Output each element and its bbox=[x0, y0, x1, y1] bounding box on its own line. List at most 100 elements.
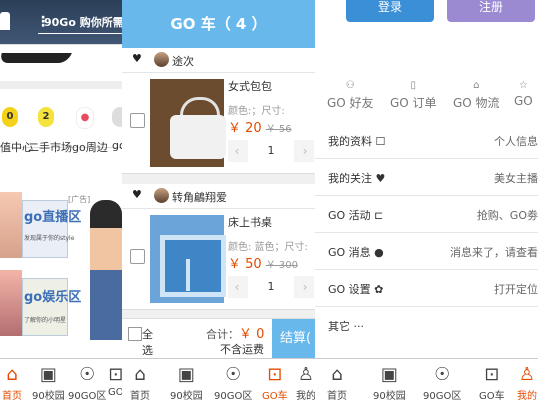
desk-image[interactable] bbox=[150, 215, 226, 303]
menu-row-follow[interactable]: 我的关注 ♥ 美女主播 bbox=[315, 159, 538, 196]
menu-row-other[interactable]: 其它 ··· bbox=[315, 307, 538, 343]
robot-icon: ☉ bbox=[434, 364, 451, 385]
tab-orders[interactable]: ▯ GO 订单 bbox=[390, 80, 437, 111]
category-label[interactable]: go bbox=[112, 139, 122, 152]
logistics-icon: ⌂ bbox=[473, 80, 480, 91]
auth-bar: 登录 注册 bbox=[315, 0, 538, 40]
tab-home[interactable]: ⌂ 首页 bbox=[327, 363, 347, 402]
item-checkbox[interactable] bbox=[130, 113, 145, 128]
cart-tabbar: ⌂ 首页 ▣ 90校园 ☉ 90GO区 ⊡ GO车 ♙ 我的 bbox=[122, 358, 315, 405]
tab-campus[interactable]: ▣ 90校园 bbox=[373, 363, 406, 402]
home-panel: ⋮ 90Go 购你所需 0 2 ● 值中心 二手市场 go周边 go [广告] … bbox=[0, 0, 122, 405]
star-icon: ☆ bbox=[518, 80, 528, 91]
item-title[interactable]: 女式包包 bbox=[228, 78, 272, 94]
ent-zone-title: go娱乐区 bbox=[24, 290, 82, 305]
shoe-image bbox=[0, 53, 72, 63]
shop-name[interactable]: 转角鶣翔爱 bbox=[172, 189, 227, 205]
item-price: ￥ 20 ￥ 56 bbox=[228, 121, 292, 136]
home-header: ⋮ 90Go 购你所需 bbox=[0, 0, 122, 45]
item-title[interactable]: 床上书桌 bbox=[228, 214, 272, 230]
handbag-image[interactable] bbox=[150, 79, 226, 167]
checkout-button[interactable]: 结算( 0 bbox=[272, 319, 315, 359]
tab-go-zone[interactable]: ☉ 90GO区 bbox=[214, 363, 252, 402]
select-all-label[interactable]: 全选 bbox=[142, 327, 154, 359]
menu-row-profile[interactable]: 我的资料 ☐ 个人信息 bbox=[315, 122, 538, 159]
banner-strip[interactable] bbox=[0, 45, 122, 81]
quantity-stepper: ‹ 1 › bbox=[228, 140, 314, 162]
shop-name[interactable]: 途次 bbox=[172, 53, 194, 69]
yellow-badge-icon[interactable]: 0 bbox=[2, 107, 18, 127]
category-icons: 0 2 ● 值中心 二手市场 go周边 go bbox=[0, 89, 122, 154]
streamer-image bbox=[0, 192, 22, 258]
register-button[interactable]: 注册 bbox=[447, 0, 535, 22]
login-button[interactable]: 登录 bbox=[346, 0, 434, 22]
bag-icon: ▣ bbox=[177, 364, 195, 385]
menu-row-message[interactable]: GO 消息 ● 消息来了，请查看 bbox=[315, 233, 538, 270]
profile-tabbar: ⌂ 首页 ▣ 90校园 ☉ 90GO区 ⊡ GO车 ♙ 我的 bbox=[315, 358, 538, 405]
home-tabbar: ⌂ 首页 ▣ 90校园 ☉ 90GO区 ⊡ GO bbox=[0, 358, 122, 405]
tab-campus[interactable]: ▣ 90校园 bbox=[32, 363, 65, 402]
shipping-note: 不含运费 bbox=[220, 343, 264, 356]
tab-cart[interactable]: ⊡ GO车 bbox=[262, 363, 288, 402]
minus-button[interactable]: ‹ bbox=[228, 276, 246, 298]
item-checkbox[interactable] bbox=[130, 249, 145, 264]
tab-go-zone[interactable]: ☉ 90GO区 bbox=[423, 363, 461, 402]
live-zone-subtitle: 发现属于你的style bbox=[24, 235, 75, 242]
tab-mine[interactable]: ♙ 我的 bbox=[296, 363, 315, 402]
heart-icon[interactable]: ♥ bbox=[132, 188, 142, 201]
menu-row-settings[interactable]: GO 设置 ✿ 打开定位 bbox=[315, 270, 538, 307]
category-label[interactable]: 二手市场 bbox=[28, 139, 72, 155]
robot-icon: ☉ bbox=[79, 364, 96, 385]
cart-footer: 全选 合计：￥ 0 不含运费 结算( 0 bbox=[122, 318, 315, 359]
quantity-field[interactable]: 1 bbox=[248, 276, 294, 298]
quantity-stepper: ‹ 1 › bbox=[228, 276, 314, 298]
tab-go-zone[interactable]: ☉ 90GO区 bbox=[68, 363, 106, 402]
total-amount: ￥ 0 bbox=[239, 327, 265, 342]
ad-tag: [广告] bbox=[68, 195, 91, 204]
quantity-field[interactable]: 1 bbox=[248, 140, 294, 162]
cart-icon: ⊡ bbox=[484, 364, 500, 385]
tab-friends[interactable]: ⚇ GO 好友 bbox=[327, 80, 374, 111]
friends-icon: ⚇ bbox=[345, 80, 355, 91]
plus-button[interactable]: › bbox=[296, 276, 314, 298]
search-underline bbox=[38, 33, 122, 34]
shop-row[interactable]: ♥ 转角鶣翔爱 bbox=[122, 184, 315, 209]
profile-tabs: ⚇ GO 好友 ▯ GO 订单 ⌂ GO 物流 ☆ GO bbox=[315, 40, 538, 123]
tab-home[interactable]: ⌂ 首页 bbox=[130, 363, 150, 402]
pin-icon[interactable]: ● bbox=[76, 107, 94, 129]
robot-icon: ☉ bbox=[225, 364, 242, 385]
tab-cart[interactable]: ⊡ GO车 bbox=[479, 363, 505, 402]
shop-row[interactable]: ♥ 途次 bbox=[122, 48, 315, 73]
cart-icon: ⊡ bbox=[267, 364, 283, 385]
ent-zone-subtitle: 了解你的小明星 bbox=[24, 317, 67, 324]
cart-item: 床上书桌 颜色: 蓝色；尺寸: ￥ 50 ￥ 300 ‹ 1 › bbox=[122, 209, 315, 310]
heart-icon[interactable]: ♥ bbox=[132, 52, 142, 65]
home-icon: ⌂ bbox=[6, 364, 18, 385]
tab-logistics[interactable]: ⌂ GO 物流 bbox=[453, 80, 500, 111]
green-badge-icon[interactable]: 2 bbox=[38, 107, 54, 127]
minus-button[interactable]: ‹ bbox=[228, 140, 246, 162]
tab-home[interactable]: ⌂ 首页 bbox=[2, 363, 22, 402]
home-icon: ⌂ bbox=[331, 364, 343, 385]
star-image bbox=[0, 270, 22, 336]
total-label: 合计：￥ 0 bbox=[206, 327, 265, 342]
tab-more[interactable]: ☆ GO bbox=[514, 80, 533, 108]
tab-cart[interactable]: ⊡ GO bbox=[108, 363, 122, 398]
ad-banner[interactable]: [广告] go直播区 发现属于你的style go娱乐区 了解你的小明星 bbox=[0, 170, 122, 350]
select-all-checkbox[interactable] bbox=[128, 327, 142, 341]
tab-campus[interactable]: ▣ 90校园 bbox=[170, 363, 203, 402]
partial-icon[interactable] bbox=[112, 107, 122, 127]
plus-button[interactable]: › bbox=[296, 140, 314, 162]
user-icon[interactable] bbox=[0, 12, 10, 30]
cart-item: 女式包包 颜色:；尺寸: ￥ 20 ￥ 56 ‹ 1 › bbox=[122, 73, 315, 174]
cart-title: GO 车（ 4 ） bbox=[122, 0, 315, 48]
home-title: 90Go 购你所需 bbox=[44, 16, 122, 29]
menu-row-activity[interactable]: GO 活动 ⊏ 抢购、GO劵 bbox=[315, 196, 538, 233]
model-image bbox=[90, 200, 122, 340]
category-label[interactable]: go周边 bbox=[72, 139, 108, 155]
cart-icon: ⊡ bbox=[108, 364, 122, 385]
tab-mine[interactable]: ♙ 我的 bbox=[517, 363, 537, 402]
bag-icon: ▣ bbox=[380, 364, 398, 385]
avatar bbox=[154, 188, 169, 203]
person-icon: ♙ bbox=[297, 364, 315, 385]
